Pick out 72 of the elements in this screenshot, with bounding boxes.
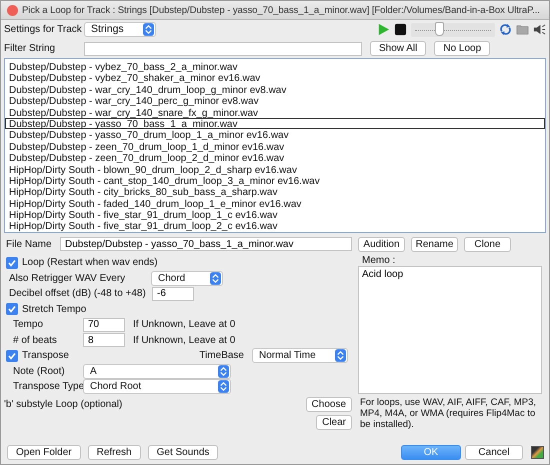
beats-input[interactable]: 8 <box>83 333 125 348</box>
timebase-dropdown[interactable]: Normal Time <box>252 348 348 364</box>
filter-input[interactable] <box>84 42 362 56</box>
filter-button[interactable]: No Loop <box>434 41 490 56</box>
footer-button[interactable]: Open Folder <box>7 444 81 460</box>
beats-label: # of beats <box>13 334 58 346</box>
file-list-item[interactable]: Dubstep/Dubstep - war_cry_140_snare_fx_g_minor.wav <box>5 106 545 118</box>
choose-button[interactable]: Choose <box>306 397 352 412</box>
filter-label: Filter String <box>4 43 56 54</box>
transpose-checkbox[interactable] <box>6 350 18 362</box>
file-list-item[interactable]: HipHop/Dirty South - five_star_91_drum_loop_2_c ev16.wav <box>5 220 545 232</box>
stop-icon[interactable] <box>394 23 407 36</box>
app-icon[interactable] <box>531 446 544 458</box>
decibel-label: Decibel offset (dB) (-48 to +48) <box>9 288 147 300</box>
transpose-label: Transpose <box>22 350 69 362</box>
file-name-label: File Name <box>6 238 53 250</box>
stretch-label: Stretch Tempo <box>22 304 86 315</box>
note-dropdown[interactable]: A <box>83 364 231 379</box>
retrigger-label: Also Retrigger WAV Every <box>9 272 126 284</box>
file-list-item[interactable]: Dubstep/Dubstep - yasso_70_bass_1_a_minor.wav <box>5 118 545 130</box>
tempo-input[interactable]: 70 <box>83 318 125 332</box>
file-list-item[interactable]: Dubstep/Dubstep - yasso_70_drum_loop_1_a_minor ev16.wav <box>5 129 545 141</box>
file-name-input[interactable]: Dubstep/Dubstep - yasso_70_bass_1_a_minor.wav <box>60 237 352 251</box>
file-list-item[interactable]: HipHop/Dirty South - city_bricks_80_sub_bass_a_sharp.wav <box>5 186 545 198</box>
file-list-item[interactable]: HipHop/Dirty South - cant_stop_140_drum_loop_3_a_minor ev16.wav <box>5 174 545 186</box>
file-list-item[interactable]: Dubstep/Dubstep - zeen_70_drum_loop_1_d_minor ev16.wav <box>5 140 545 152</box>
stepper-icon <box>218 364 229 378</box>
settings-label: Settings for Track <box>4 24 80 35</box>
beats-hint: If Unknown, Leave at 0 <box>133 334 236 346</box>
filter-button[interactable]: Show All <box>370 41 426 56</box>
note-label: Note (Root) <box>13 366 66 377</box>
stepper-icon <box>143 23 154 36</box>
file-list-item[interactable]: Dubstep/Dubstep - war_cry_140_perc_g_minor ev8.wav <box>5 95 545 107</box>
retrigger-dropdown[interactable]: Chord <box>151 270 223 286</box>
file-list-item[interactable]: HipHop/Dirty South - five_star_91_drum_loop_1_c ev16.wav <box>5 209 545 220</box>
decibel-input[interactable]: -6 <box>152 286 194 301</box>
speaker-icon[interactable] <box>533 23 546 36</box>
play-icon[interactable] <box>377 23 390 36</box>
file-list-item[interactable]: Dubstep/Dubstep - war_cry_140_drum_loop_g_minor ev8.wav <box>5 84 545 96</box>
file-list-item[interactable]: Dubstep/Dubstep - vybez_70_bass_2_a_minor.wav <box>5 61 545 72</box>
file-action-button[interactable]: Clone <box>464 236 511 252</box>
file-list-item[interactable]: Dubstep/Dubstep - zeen_70_drum_loop_2_d_minor ev16.wav <box>5 152 545 164</box>
track-dropdown[interactable]: Strings <box>84 22 156 37</box>
cancel-button[interactable]: Cancel <box>465 444 523 460</box>
file-list-item[interactable]: HipHop/Dirty South - blown_90_drum_loop_2_d_sharp ev16.wav <box>5 164 545 175</box>
file-action-button[interactable]: Audition <box>358 236 405 252</box>
loop-icon[interactable] <box>499 23 512 36</box>
close-icon[interactable] <box>7 4 18 16</box>
tempo-hint: If Unknown, Leave at 0 <box>133 319 236 330</box>
window-title: Pick a Loop for Track : Strings [Dubstep/Dubstep - yasso_70_bass_1_a_minor.wav] [Folder:/Volumes/Band-in-a-Box UltraP... <box>22 4 540 16</box>
folder-icon[interactable] <box>516 23 529 36</box>
stepper-icon <box>335 349 346 362</box>
stepper-icon <box>210 272 221 285</box>
timebase-label: TimeBase <box>199 350 244 362</box>
substyle-label: 'b' substyle Loop (optional) <box>4 399 122 410</box>
loop-label: Loop (Restart when wav ends) <box>22 257 158 268</box>
memo-textarea[interactable]: Acid loop <box>358 266 542 394</box>
footer-button[interactable]: Get Sounds <box>148 444 218 460</box>
transpose-type-dropdown[interactable]: Chord Root <box>83 379 231 394</box>
volume-slider[interactable] <box>411 22 495 36</box>
file-list-item[interactable]: Dubstep/Dubstep - vybez_70_shaker_a_minor ev16.wav <box>5 72 545 84</box>
loop-checkbox[interactable] <box>6 256 18 269</box>
memo-label: Memo : <box>361 255 396 266</box>
footer-button[interactable]: Refresh <box>88 444 141 460</box>
file-list-item[interactable]: HipHop/Dirty South - faded_140_drum_loop_1_e_minor ev16.wav <box>5 198 545 210</box>
clear-button[interactable]: Clear <box>316 414 352 430</box>
stepper-icon <box>218 380 229 394</box>
tempo-label: Tempo <box>13 319 44 330</box>
stretch-checkbox[interactable] <box>6 303 18 316</box>
slider-thumb[interactable] <box>434 22 444 36</box>
format-note: For loops, use WAV, AIF, AIFF, CAF, MP3, MP4, M4A, or WMA (requires Flip4Mac to be installed). <box>360 397 537 430</box>
file-action-button[interactable]: Rename <box>411 236 458 252</box>
